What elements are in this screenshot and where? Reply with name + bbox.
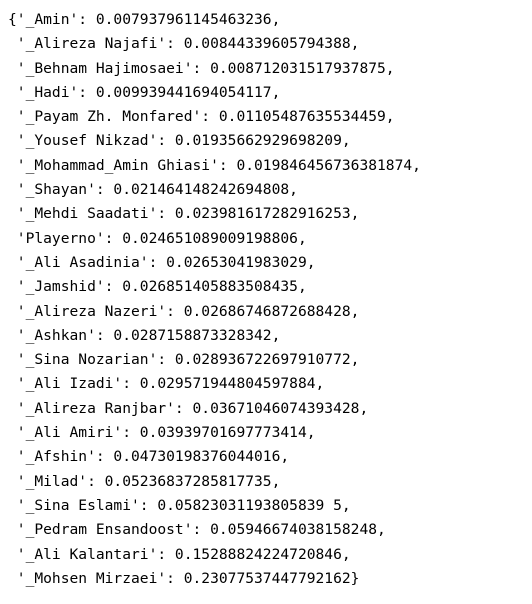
output-line: '_Mohsen Mirzaei': 0.23077537447792162} [8,569,360,587]
output-line: '_Yousef Nikzad': 0.01935662929698209, [8,132,351,150]
output-line: '_Ali Izadi': 0.029571944804597884, [8,375,325,393]
output-line: '_Hadi': 0.009939441694054117, [8,83,281,101]
output-line: '_Mehdi Saadati': 0.023981617282916253, [8,205,360,223]
output-line: '_Jamshid': 0.026851405883508435, [8,278,307,296]
output-line: '_Shayan': 0.021464148242694808, [8,181,298,199]
output-line: 'Playerno': 0.024651089009198806, [8,229,307,247]
output-line: '_Payam Zh. Monfared': 0.011054876355344… [8,108,395,126]
output-line: '_Ali Kalantari': 0.15288824224720846, [8,545,351,563]
output-line: {'_Amin': 0.007937961145463236, [8,11,281,28]
output-line: '_Sina Nozarian': 0.028936722697910772, [8,351,360,369]
output-line: '_Ashkan': 0.0287158873328342, [8,326,281,344]
output-line: '_Alireza Nazeri': 0.02686746872688428, [8,302,360,320]
output-line: '_Mohammad_Amin Ghiasi': 0.0198464567363… [8,156,421,174]
output-line: '_Ali Amiri': 0.03939701697773414, [8,424,316,442]
output-line: '_Alireza Najafi': 0.00844339605794388, [8,35,360,53]
output-line: '_Sina Eslami': 0.05823031193805839 5, [8,496,351,514]
code-output-cell: {'_Amin': 0.007937961145463236, '_Alirez… [0,0,532,604]
output-line: '_Ali Asadinia': 0.02653041983029, [8,253,316,271]
output-line: '_Alireza Ranjbar': 0.03671046074393428, [8,399,369,417]
output-line: '_Afshin': 0.04730198376044016, [8,448,290,466]
output-line: '_Pedram Ensandoost': 0.0594667403815824… [8,521,386,539]
output-line: '_Milad': 0.05236837285817735, [8,472,281,490]
output-line: '_Behnam Hajimosaei': 0.0087120315179378… [8,59,395,77]
